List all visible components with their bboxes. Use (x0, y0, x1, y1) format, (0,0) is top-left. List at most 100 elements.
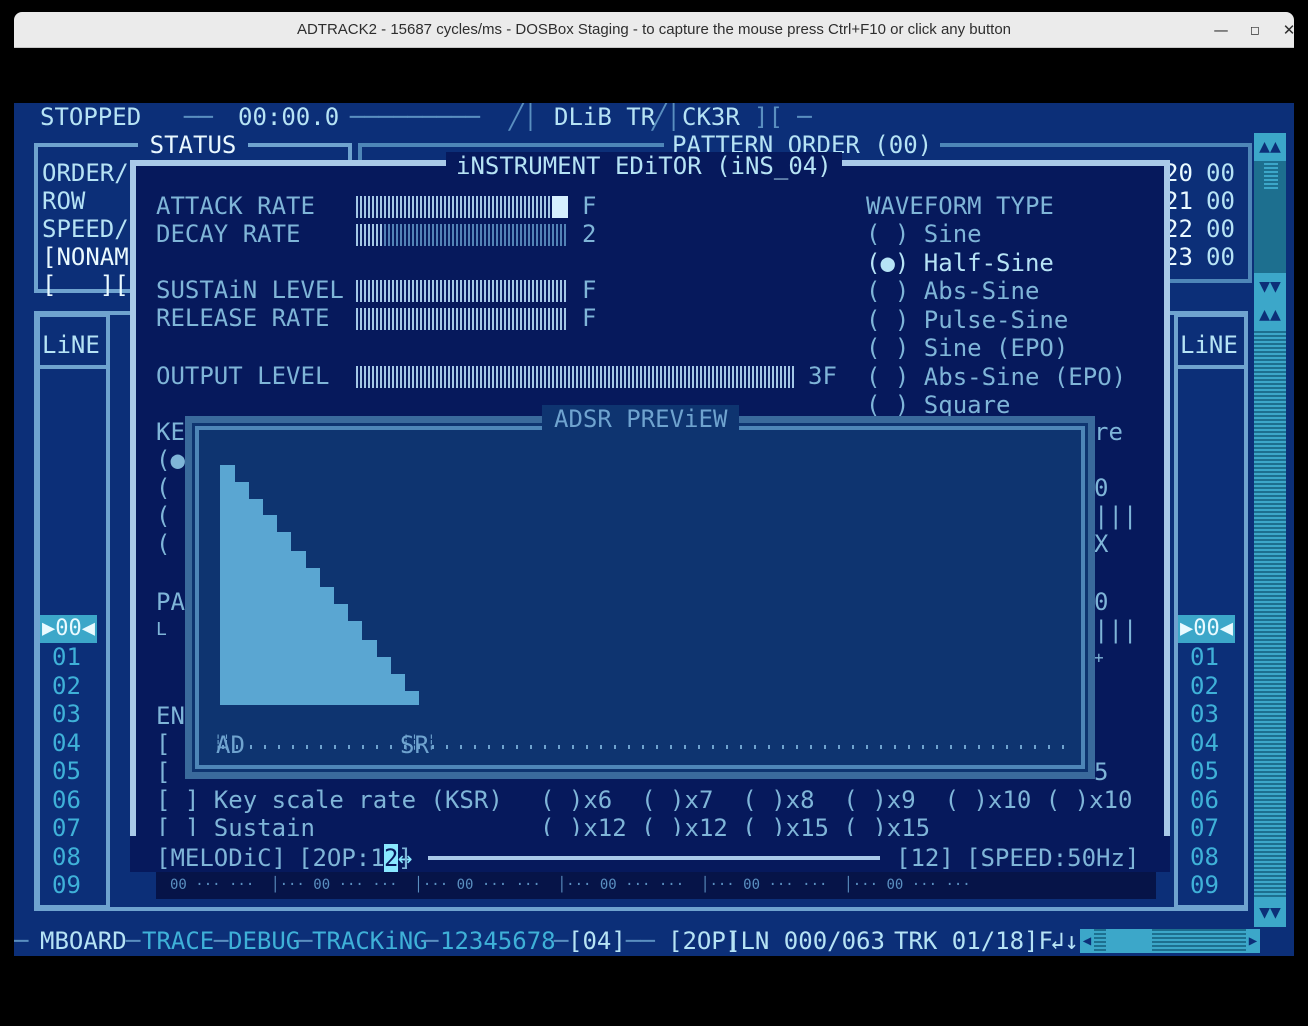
line-number-left[interactable]: 03 (52, 700, 81, 728)
line-number-right[interactable]: 02 (1190, 672, 1219, 700)
sep-6: ── (626, 927, 655, 955)
dosbox-screen[interactable]: STOPPED ── 00:00.0 ───────── ╱│ DLiB TR … (14, 103, 1294, 956)
arrows-icon: ↲↓ (1050, 927, 1079, 955)
decay-rate-label: DECAY RATE (156, 220, 301, 248)
waveform-option[interactable]: ( ) Square (866, 391, 1011, 419)
speed-indicator[interactable]: [SPEED:50Hz] (966, 844, 1139, 872)
line-number-left[interactable]: 04 (52, 729, 81, 757)
release-rate-value: F (582, 304, 597, 332)
attack-rate-value: F (582, 192, 597, 220)
waveform-option[interactable]: ( ) Abs-Sine (866, 277, 1039, 305)
line-number-right[interactable]: 06 (1190, 786, 1219, 814)
bottom-status-bar: ─ MBOARD ─ TRACE ─ DEBUG ─ TRACKiNG ─ 12… (14, 927, 1294, 955)
key-radio-3[interactable]: ( (156, 502, 170, 530)
song-field[interactable]: [ ][ (42, 271, 129, 299)
line-number-left[interactable]: 01 (52, 643, 81, 671)
line-number-left[interactable]: 06 (52, 786, 81, 814)
line-number-right[interactable]: 03 (1190, 700, 1219, 728)
top-divider: ── (184, 103, 213, 131)
order-value-23[interactable]: 00 (1206, 243, 1235, 271)
order-scroll-thumb[interactable] (1264, 159, 1278, 189)
decay-rate-fill (356, 224, 384, 246)
line-number-left[interactable]: 07 (52, 814, 81, 842)
waveform-option[interactable]: ( ) Abs-Sine (EPO) (866, 363, 1126, 391)
right-partial-bar-b: ||| (1094, 616, 1138, 644)
output-level-slider[interactable] (356, 366, 796, 388)
adsr-envelope-bar (347, 621, 363, 705)
right-partial-5: 5 (1094, 758, 1109, 786)
operator-selected[interactable]: 2 (384, 844, 399, 872)
debug-toggle[interactable]: DEBUG (228, 927, 300, 955)
line-number-right[interactable]: 01 (1190, 643, 1219, 671)
multiplier-row-1[interactable]: ( )x6 ( )x7 ( )x8 ( )x9 ( )x10 ( )x10 (540, 786, 1132, 814)
adsr-envelope-bar (376, 657, 391, 705)
playback-state: STOPPED (40, 103, 142, 131)
line-number-left[interactable]: 09 (52, 871, 81, 899)
track-dots: 00 ··· ··· │··· 00 ··· ··· │··· 00 ··· ·… (170, 877, 971, 893)
envelope-label: EN (156, 702, 185, 730)
key-radio-2[interactable]: ( (156, 474, 170, 502)
trace-toggle[interactable]: TRACE (142, 927, 214, 955)
close-icon[interactable]: ✕ (1277, 18, 1301, 42)
right-partial-0b: 0 (1094, 588, 1109, 616)
tracking-toggle[interactable]: TRACKiNG (312, 927, 428, 955)
key-section-label: KE (156, 418, 185, 446)
sustain-level-slider[interactable] (356, 280, 568, 302)
adsr-envelope-bar (333, 604, 349, 705)
right-partial-bar-a: ||| (1094, 502, 1138, 530)
key-radio-1[interactable]: (● (156, 446, 185, 474)
mboard-toggle[interactable]: MBOARD (40, 927, 127, 955)
line-number-right[interactable]: 09 (1190, 871, 1219, 899)
sep-5: ─ (554, 927, 569, 955)
waveform-option[interactable]: ( ) Sine (866, 220, 982, 248)
order-value-21[interactable]: 00 (1206, 187, 1235, 215)
release-rate-slider[interactable] (356, 308, 568, 330)
adsr-timeline (222, 745, 1072, 749)
pattern-scroll-up-icon[interactable]: ▲▲ (1254, 301, 1286, 329)
line-number-left[interactable]: 05 (52, 757, 81, 785)
waveform-option[interactable]: ( ) Sine (EPO) (866, 334, 1068, 362)
horizontal-scroll-thumb[interactable] (1106, 929, 1152, 953)
pattern-scroll-down-icon[interactable]: ▼▼ (1254, 899, 1286, 927)
song-name[interactable]: [NONAM (42, 243, 129, 271)
melodic-mode[interactable]: [MELODiC] (156, 844, 286, 872)
line-number-right[interactable]: 04 (1190, 729, 1219, 757)
current-line-right[interactable]: ▶00◀ (1178, 615, 1235, 643)
scroll-left-icon[interactable]: ◀ (1080, 929, 1094, 953)
order-value-22[interactable]: 00 (1206, 215, 1235, 243)
decay-rate-slider[interactable] (356, 224, 568, 246)
line-number-right[interactable]: 05 (1190, 757, 1219, 785)
line-header-left: LiNE (42, 331, 100, 359)
attack-rate-slider[interactable] (356, 196, 552, 218)
status-title: STATUS (138, 131, 248, 159)
env-checkbox-1[interactable]: [ (156, 730, 170, 758)
env-checkbox-2[interactable]: [ (156, 758, 170, 786)
scroll-down-icon[interactable]: ▼▼ (1254, 273, 1286, 301)
waveform-option[interactable]: (●) Half-Sine (866, 249, 1054, 277)
line-number-left[interactable]: 08 (52, 843, 81, 871)
waveform-option[interactable]: ( ) Pulse-Sine (866, 306, 1068, 334)
pattern-scrollbar[interactable] (1254, 329, 1286, 899)
key-radio-4[interactable]: ( (156, 530, 170, 558)
panning-l: L (156, 619, 167, 640)
channel-indicators[interactable]: 12345678 (440, 927, 556, 955)
line-number-left[interactable]: 02 (52, 672, 81, 700)
line-number-right[interactable]: 08 (1190, 843, 1219, 871)
order-value-20[interactable]: 00 (1206, 159, 1235, 187)
maximize-icon[interactable]: ◻ (1243, 18, 1267, 42)
current-line-left[interactable]: ▶00◀ (40, 615, 97, 643)
scroll-right-icon[interactable]: ▶ (1246, 929, 1260, 953)
instrument-editor-title: iNSTRUMENT EDiTOR (iNS_04) (446, 152, 842, 180)
line-header-divider-right (1178, 365, 1248, 369)
window-titlebar[interactable]: ADTRACK2 - 15687 cycles/ms - DOSBox Stag… (14, 12, 1295, 48)
scroll-up-icon[interactable]: ▲▲ (1254, 133, 1286, 161)
line-position: [LN 000/063 (726, 927, 885, 955)
minimize-icon[interactable]: — (1209, 18, 1233, 42)
line-number-right[interactable]: 07 (1190, 814, 1219, 842)
adsr-envelope-bar (262, 515, 278, 705)
attack-rate-thumb[interactable] (552, 196, 568, 218)
sep-2: ─ (214, 927, 229, 955)
adsr-preview-title: ADSR PREViEW (542, 405, 740, 433)
ksr-checkbox[interactable]: [ ] Key scale rate (KSR) (156, 786, 503, 814)
operator-mode[interactable]: [2OP:1 (298, 844, 385, 872)
